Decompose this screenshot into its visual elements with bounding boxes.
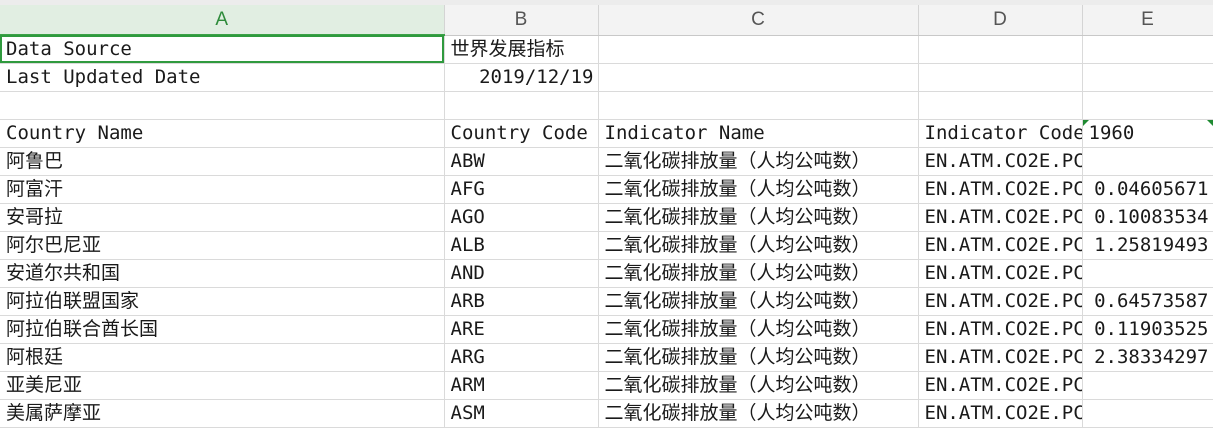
cell-d3[interactable]: [918, 91, 1083, 120]
cell-country-code[interactable]: ARB: [444, 287, 599, 316]
cell-indicator-code[interactable]: EN.ATM.CO2E.PC: [918, 259, 1083, 288]
cell-c3[interactable]: [598, 91, 919, 120]
cell-country-code[interactable]: ARG: [444, 343, 599, 372]
table-row: 阿根廷 ARG 二氧化碳排放量（人均公吨数） EN.ATM.CO2E.PC 2.3833…: [0, 343, 1213, 372]
header-year-1960[interactable]: 1960: [1082, 119, 1213, 148]
cell-country-name[interactable]: 阿富汗: [0, 175, 445, 204]
header-indicator-name[interactable]: Indicator Name: [598, 119, 919, 148]
table-row: 亚美尼亚 ARM 二氧化碳排放量（人均公吨数） EN.ATM.CO2E.PC: [0, 371, 1213, 400]
column-header-row: A B C D E: [0, 5, 1213, 36]
cell-indicator-name[interactable]: 二氧化碳排放量（人均公吨数）: [598, 371, 919, 400]
cell-value-1960[interactable]: 2.38334297: [1082, 343, 1213, 372]
cell-indicator-code[interactable]: EN.ATM.CO2E.PC: [918, 147, 1083, 176]
cell-country-code[interactable]: ABW: [444, 147, 599, 176]
cell-country-name[interactable]: 阿拉伯联盟国家: [0, 287, 445, 316]
sheet-row-2: Last Updated Date 2019/12/19: [0, 63, 1213, 92]
column-header-e[interactable]: E: [1082, 5, 1213, 36]
header-country-name[interactable]: Country Name: [0, 119, 445, 148]
table-row: 阿拉伯联合酋长国 ARE 二氧化碳排放量（人均公吨数） EN.ATM.CO2E.PC 0…: [0, 315, 1213, 344]
cell-value-1960[interactable]: [1082, 147, 1213, 176]
cell-indicator-name[interactable]: 二氧化碳排放量（人均公吨数）: [598, 231, 919, 260]
cell-country-name[interactable]: 阿尔巴尼亚: [0, 231, 445, 260]
table-row: 阿富汗 AFG 二氧化碳排放量（人均公吨数） EN.ATM.CO2E.PC 0.0460…: [0, 175, 1213, 204]
table-row: 阿拉伯联盟国家 ARB 二氧化碳排放量（人均公吨数） EN.ATM.CO2E.PC 0.…: [0, 287, 1213, 316]
sheet-row-1: Data Source 世界发展指标: [0, 35, 1213, 64]
cell-country-code[interactable]: ARM: [444, 371, 599, 400]
table-row: 安哥拉 AGO 二氧化碳排放量（人均公吨数） EN.ATM.CO2E.PC 0.1008…: [0, 203, 1213, 232]
cell-country-code[interactable]: ASM: [444, 399, 599, 428]
cell-indicator-code[interactable]: EN.ATM.CO2E.PC: [918, 287, 1083, 316]
cell-indicator-code[interactable]: EN.ATM.CO2E.PC: [918, 343, 1083, 372]
cell-country-name[interactable]: 安哥拉: [0, 203, 445, 232]
cell-indicator-name[interactable]: 二氧化碳排放量（人均公吨数）: [598, 399, 919, 428]
column-header-d[interactable]: D: [918, 5, 1083, 36]
cell-b1-data-source-value[interactable]: 世界发展指标: [444, 35, 599, 64]
cell-value-1960[interactable]: 0.11903525: [1082, 315, 1213, 344]
cell-value-1960[interactable]: [1082, 259, 1213, 288]
table-row: 美属萨摩亚 ASM 二氧化碳排放量（人均公吨数） EN.ATM.CO2E.PC: [0, 399, 1213, 428]
cell-b3[interactable]: [444, 91, 599, 120]
cell-country-code[interactable]: AND: [444, 259, 599, 288]
cell-indicator-code[interactable]: EN.ATM.CO2E.PC: [918, 203, 1083, 232]
cell-indicator-name[interactable]: 二氧化碳排放量（人均公吨数）: [598, 175, 919, 204]
cell-e2[interactable]: [1082, 63, 1213, 92]
cell-country-name[interactable]: 美属萨摩亚: [0, 399, 445, 428]
cell-indicator-code[interactable]: EN.ATM.CO2E.PC: [918, 315, 1083, 344]
header-data-row: Country Name Country Code Indicator Name…: [0, 119, 1213, 148]
cell-a3[interactable]: [0, 91, 445, 120]
sheet-row-3: [0, 91, 1213, 120]
cell-country-name[interactable]: 阿鲁巴: [0, 147, 445, 176]
cell-c2[interactable]: [598, 63, 919, 92]
cell-indicator-name[interactable]: 二氧化碳排放量（人均公吨数）: [598, 203, 919, 232]
cell-indicator-code[interactable]: EN.ATM.CO2E.PC: [918, 399, 1083, 428]
cell-indicator-code[interactable]: EN.ATM.CO2E.PC: [918, 371, 1083, 400]
table-row: 阿鲁巴 ABW 二氧化碳排放量（人均公吨数） EN.ATM.CO2E.PC: [0, 147, 1213, 176]
cell-indicator-name[interactable]: 二氧化碳排放量（人均公吨数）: [598, 343, 919, 372]
cell-value-1960[interactable]: 1.25819493: [1082, 231, 1213, 260]
cell-country-name[interactable]: 安道尔共和国: [0, 259, 445, 288]
cell-value-1960[interactable]: 0.04605671: [1082, 175, 1213, 204]
cell-country-name[interactable]: 阿拉伯联合酋长国: [0, 315, 445, 344]
cell-table: A B C D E Data Source 世界发展指标 Last Update…: [0, 5, 1213, 428]
table-row: 安道尔共和国 AND 二氧化碳排放量（人均公吨数） EN.ATM.CO2E.PC: [0, 259, 1213, 288]
cell-country-name[interactable]: 亚美尼亚: [0, 371, 445, 400]
cell-country-code[interactable]: AGO: [444, 203, 599, 232]
cell-a1-data-source-label[interactable]: Data Source: [0, 35, 445, 64]
cell-c1[interactable]: [598, 35, 919, 64]
cell-indicator-code[interactable]: EN.ATM.CO2E.PC: [918, 175, 1083, 204]
spreadsheet-grid[interactable]: A B C D E Data Source 世界发展指标 Last Update…: [0, 0, 1213, 439]
cell-country-code[interactable]: ARE: [444, 315, 599, 344]
cell-indicator-name[interactable]: 二氧化碳排放量（人均公吨数）: [598, 287, 919, 316]
column-header-b[interactable]: B: [444, 5, 599, 36]
cell-value-1960[interactable]: 0.10083534: [1082, 203, 1213, 232]
cell-indicator-name[interactable]: 二氧化碳排放量（人均公吨数）: [598, 259, 919, 288]
header-indicator-code[interactable]: Indicator Code: [918, 119, 1083, 148]
cell-indicator-name[interactable]: 二氧化碳排放量（人均公吨数）: [598, 315, 919, 344]
cell-indicator-code[interactable]: EN.ATM.CO2E.PC: [918, 231, 1083, 260]
cell-country-code[interactable]: ALB: [444, 231, 599, 260]
table-row: 阿尔巴尼亚 ALB 二氧化碳排放量（人均公吨数） EN.ATM.CO2E.PC 1.25…: [0, 231, 1213, 260]
cell-value-1960[interactable]: [1082, 371, 1213, 400]
data-rows: 阿鲁巴 ABW 二氧化碳排放量（人均公吨数） EN.ATM.CO2E.PC 阿富汗 AFG…: [0, 147, 1213, 428]
column-header-a[interactable]: A: [0, 5, 445, 36]
cell-e3[interactable]: [1082, 91, 1213, 120]
cell-b2-updated-value[interactable]: 2019/12/19: [444, 63, 599, 92]
cell-country-code[interactable]: AFG: [444, 175, 599, 204]
cell-d1[interactable]: [918, 35, 1083, 64]
header-country-code[interactable]: Country Code: [444, 119, 599, 148]
cell-country-name[interactable]: 阿根廷: [0, 343, 445, 372]
cell-d2[interactable]: [918, 63, 1083, 92]
cell-value-1960[interactable]: 0.64573587: [1082, 287, 1213, 316]
cell-e1[interactable]: [1082, 35, 1213, 64]
cell-value-1960[interactable]: [1082, 399, 1213, 428]
cell-a2-updated-label[interactable]: Last Updated Date: [0, 63, 445, 92]
cell-indicator-name[interactable]: 二氧化碳排放量（人均公吨数）: [598, 147, 919, 176]
column-header-c[interactable]: C: [598, 5, 919, 36]
